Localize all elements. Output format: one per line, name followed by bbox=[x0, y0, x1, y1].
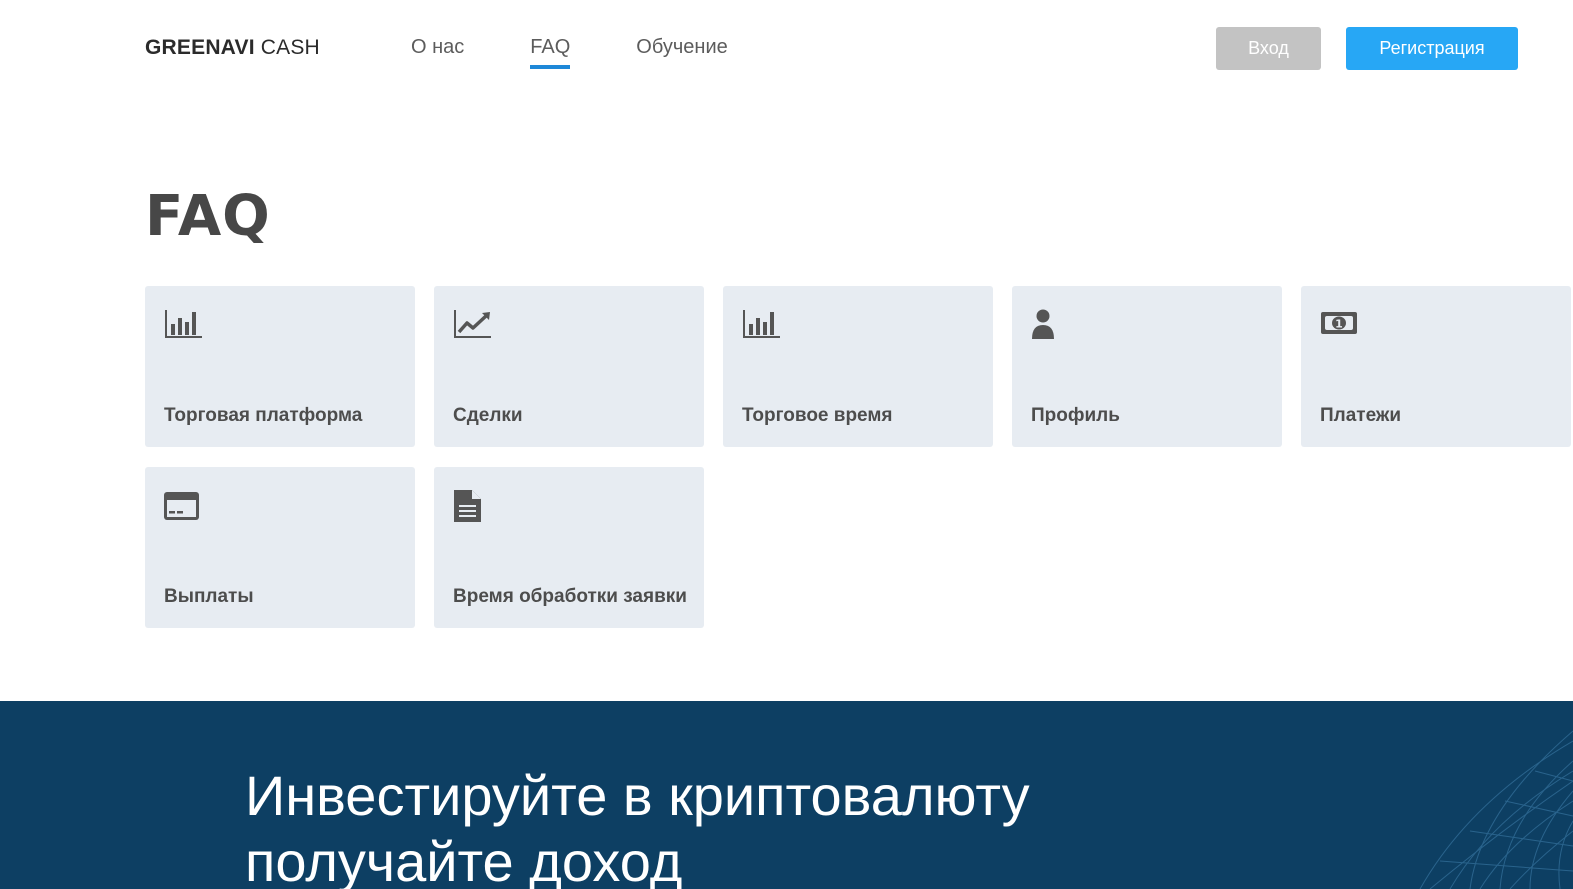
faq-card-trading-platform[interactable]: Торговая платформа bbox=[145, 286, 415, 447]
login-button[interactable]: Вход bbox=[1216, 27, 1321, 70]
banknote-icon: 1 bbox=[1320, 308, 1360, 340]
faq-card-processing-time[interactable]: Время обработки заявки bbox=[434, 467, 704, 628]
faq-card-label: Профиль bbox=[1031, 405, 1120, 426]
faq-card-label: Платежи bbox=[1320, 405, 1402, 426]
line-chart-icon bbox=[453, 308, 493, 340]
bar-chart-icon bbox=[164, 308, 204, 340]
banner-line-2: получайте доход bbox=[245, 830, 683, 889]
nav-item-about[interactable]: О нас bbox=[411, 36, 464, 65]
nav-item-faq[interactable]: FAQ bbox=[530, 36, 571, 69]
credit-card-icon bbox=[164, 489, 204, 521]
faq-card-label: Торговая платформа bbox=[164, 405, 363, 426]
faq-card-label: Сделки bbox=[453, 405, 523, 426]
globe-mesh-decoration bbox=[1419, 730, 1573, 889]
banner-line-1: Инвестируйте в криптовалюту bbox=[245, 764, 1030, 827]
nav-item-learning[interactable]: Обучение bbox=[636, 36, 727, 65]
faq-card-payouts[interactable]: Выплаты bbox=[145, 467, 415, 628]
logo-light-text: CASH bbox=[260, 36, 320, 59]
document-icon bbox=[453, 489, 493, 522]
site-header: GREENAVI CASH О нас FAQ Обучение Вход Ре… bbox=[0, 0, 1573, 98]
faq-card-label: Время обработки заявки bbox=[453, 586, 687, 607]
faq-card-profile[interactable]: Профиль bbox=[1012, 286, 1282, 447]
faq-card-label: Торговое время bbox=[742, 405, 893, 426]
register-button[interactable]: Регистрация bbox=[1346, 27, 1518, 70]
faq-card-label: Выплаты bbox=[164, 586, 254, 607]
user-icon bbox=[1031, 308, 1071, 340]
main-nav: О нас FAQ Обучение bbox=[411, 36, 794, 69]
bar-chart-icon bbox=[742, 308, 782, 340]
promo-banner: Инвестируйте в криптовалюту получайте до… bbox=[0, 701, 1573, 889]
logo-bold-text: GREENAVI bbox=[145, 36, 255, 59]
banner-heading: Инвестируйте в криптовалюту получайте до… bbox=[245, 763, 1030, 889]
faq-card-payments[interactable]: 1 Платежи bbox=[1301, 286, 1571, 447]
page-title: FAQ bbox=[145, 184, 271, 249]
faq-card-trading-time[interactable]: Торговое время bbox=[723, 286, 993, 447]
logo[interactable]: GREENAVI CASH bbox=[145, 36, 320, 60]
faq-card-deals[interactable]: Сделки bbox=[434, 286, 704, 447]
svg-text:1: 1 bbox=[1335, 318, 1343, 331]
